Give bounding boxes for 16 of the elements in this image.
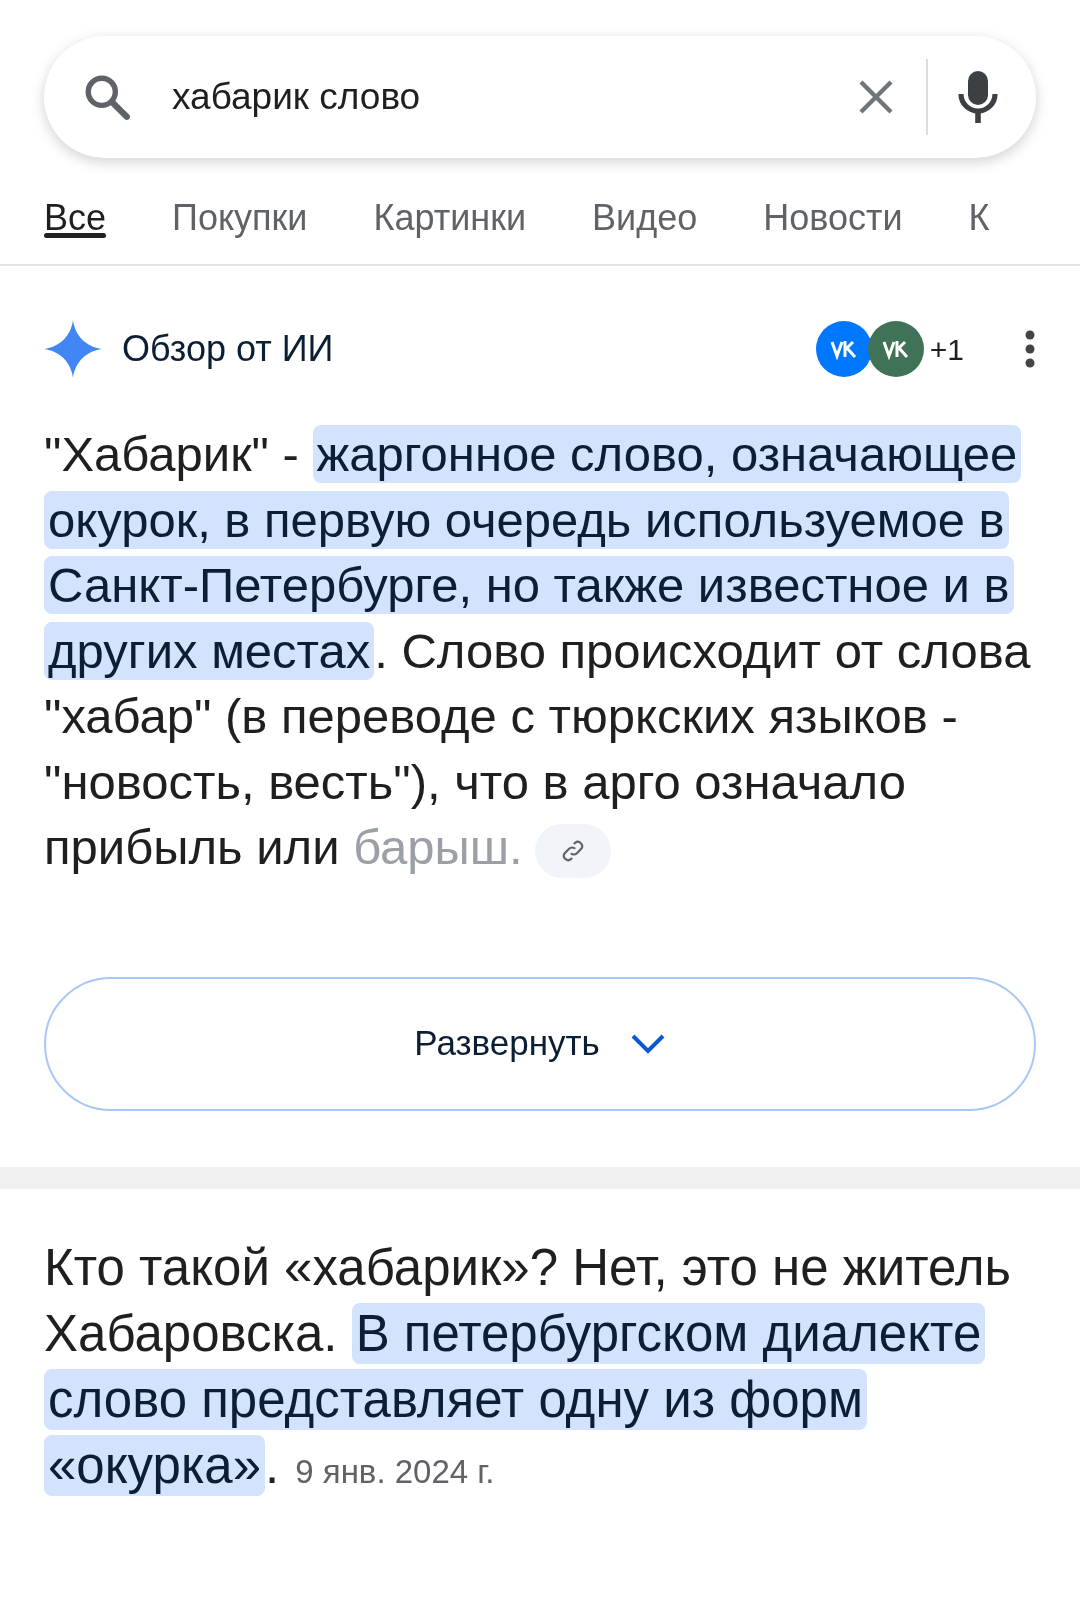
source-count: +1 xyxy=(929,331,964,368)
search-tab[interactable]: Картинки xyxy=(373,172,526,264)
search-tab[interactable]: Видео xyxy=(592,172,698,264)
search-tab[interactable]: Новости xyxy=(763,172,903,264)
search-tab[interactable]: К xyxy=(968,172,990,264)
sparkle-icon xyxy=(44,320,102,378)
chevron-down-icon xyxy=(629,1032,666,1055)
more-options-icon[interactable] xyxy=(1024,329,1036,369)
search-field[interactable]: хабарик слово xyxy=(170,68,856,126)
overview-title: Обзор от ИИ xyxy=(122,327,334,371)
microphone-icon[interactable] xyxy=(956,69,1000,125)
search-tab[interactable]: Все xyxy=(44,172,107,264)
search-bar[interactable]: хабарик слово xyxy=(44,36,1036,158)
snippet-date: 9 янв. 2024 г. xyxy=(295,1452,495,1490)
expand-button[interactable]: Развернуть xyxy=(44,976,1036,1111)
search-tab[interactable]: Покупки xyxy=(172,172,308,264)
